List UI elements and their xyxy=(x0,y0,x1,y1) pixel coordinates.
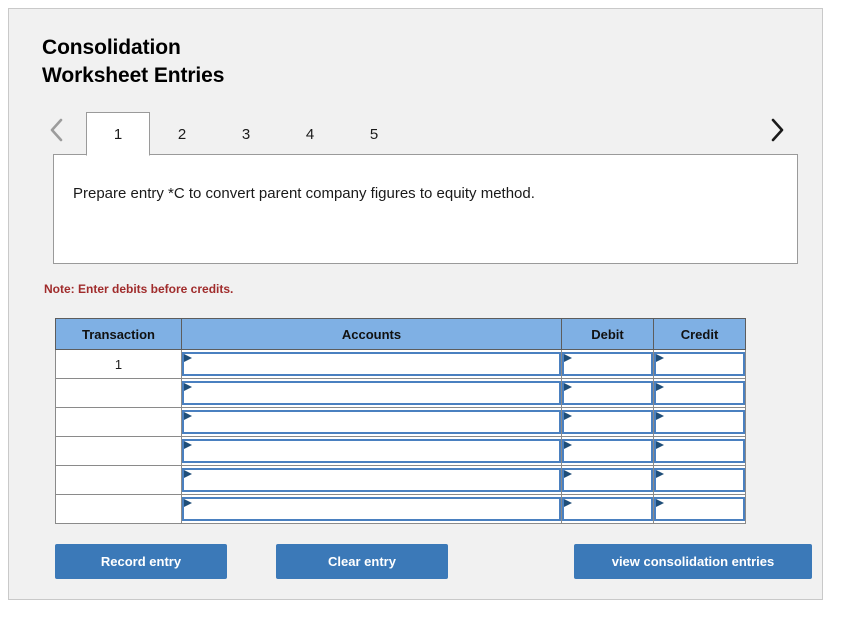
question-text: Prepare entry *C to convert parent compa… xyxy=(73,185,535,202)
credit-input-cell[interactable] xyxy=(653,407,746,437)
transaction-number-cell: 1 xyxy=(55,349,182,379)
table-header-row: Transaction Accounts Debit Credit xyxy=(55,318,746,350)
credit-input-2[interactable] xyxy=(654,381,745,405)
table-row: 1 xyxy=(55,349,746,379)
table-row xyxy=(55,436,746,466)
tab-5[interactable]: 5 xyxy=(342,113,406,155)
transaction-number-cell xyxy=(55,407,182,437)
transaction-number-cell xyxy=(55,378,182,408)
accounts-input-cell[interactable] xyxy=(181,349,562,379)
credit-input-cell[interactable] xyxy=(653,436,746,466)
accounts-select-4[interactable] xyxy=(182,439,561,463)
record-entry-button[interactable]: Record entry xyxy=(55,544,227,579)
accounts-input-cell[interactable] xyxy=(181,407,562,437)
accounts-select-2[interactable] xyxy=(182,381,561,405)
accounts-input-cell[interactable] xyxy=(181,378,562,408)
accounts-select-3[interactable] xyxy=(182,410,561,434)
consolidation-worksheet-card: Consolidation Worksheet Entries 1 2 3 4 … xyxy=(8,8,823,600)
debit-input-cell[interactable] xyxy=(561,407,654,437)
accounts-input-cell[interactable] xyxy=(181,465,562,495)
page-title: Consolidation Worksheet Entries xyxy=(42,36,225,87)
column-header-transaction: Transaction xyxy=(55,318,182,350)
debit-input-6[interactable] xyxy=(562,497,653,521)
table-row xyxy=(55,407,746,437)
table-row xyxy=(55,465,746,495)
debit-input-4[interactable] xyxy=(562,439,653,463)
debit-input-3[interactable] xyxy=(562,410,653,434)
chevron-right-icon[interactable] xyxy=(762,112,792,148)
credit-input-cell[interactable] xyxy=(653,494,746,524)
credit-input-cell[interactable] xyxy=(653,349,746,379)
accounts-select-5[interactable] xyxy=(182,468,561,492)
tab-4[interactable]: 4 xyxy=(278,113,342,155)
tab-5-label: 5 xyxy=(369,125,379,143)
view-consolidation-entries-button[interactable]: view consolidation entries xyxy=(574,544,812,579)
table-header: Transaction Accounts Debit Credit xyxy=(55,318,746,350)
transaction-number-cell xyxy=(55,436,182,466)
credit-input-cell[interactable] xyxy=(653,465,746,495)
debit-input-cell[interactable] xyxy=(561,465,654,495)
accounts-select-6[interactable] xyxy=(182,497,561,521)
table-body: 1 xyxy=(55,349,746,524)
accounts-select-1[interactable] xyxy=(182,352,561,376)
chevron-left-icon[interactable] xyxy=(42,112,72,148)
debit-input-cell[interactable] xyxy=(561,494,654,524)
debit-input-cell[interactable] xyxy=(561,378,654,408)
tab-1-label: 1 xyxy=(113,125,123,143)
credit-input-6[interactable] xyxy=(654,497,745,521)
column-header-accounts: Accounts xyxy=(181,318,562,350)
tab-2-label: 2 xyxy=(177,125,187,143)
tab-4-label: 4 xyxy=(305,125,315,143)
note-text: Note: Enter debits before credits. xyxy=(44,282,234,296)
debit-input-5[interactable] xyxy=(562,468,653,492)
accounts-input-cell[interactable] xyxy=(181,436,562,466)
column-header-debit: Debit xyxy=(561,318,654,350)
question-panel: Prepare entry *C to convert parent compa… xyxy=(53,154,798,264)
tab-2[interactable]: 2 xyxy=(150,113,214,155)
column-header-credit: Credit xyxy=(653,318,746,350)
tab-navigation-bar: 1 2 3 4 5 xyxy=(42,106,792,156)
credit-input-1[interactable] xyxy=(654,352,745,376)
debit-input-cell[interactable] xyxy=(561,436,654,466)
credit-input-5[interactable] xyxy=(654,468,745,492)
credit-input-3[interactable] xyxy=(654,410,745,434)
clear-entry-button[interactable]: Clear entry xyxy=(276,544,448,579)
accounts-input-cell[interactable] xyxy=(181,494,562,524)
tab-3-label: 3 xyxy=(241,125,251,143)
table-row xyxy=(55,494,746,524)
journal-entry-table: Transaction Accounts Debit Credit 1 xyxy=(55,318,746,524)
table-row xyxy=(55,378,746,408)
debit-input-cell[interactable] xyxy=(561,349,654,379)
transaction-number-cell xyxy=(55,465,182,495)
tab-1[interactable]: 1 xyxy=(86,112,150,156)
credit-input-cell[interactable] xyxy=(653,378,746,408)
credit-input-4[interactable] xyxy=(654,439,745,463)
tab-3[interactable]: 3 xyxy=(214,113,278,155)
transaction-number-cell xyxy=(55,494,182,524)
tab-list: 1 2 3 4 5 xyxy=(86,106,406,156)
debit-input-2[interactable] xyxy=(562,381,653,405)
debit-input-1[interactable] xyxy=(562,352,653,376)
